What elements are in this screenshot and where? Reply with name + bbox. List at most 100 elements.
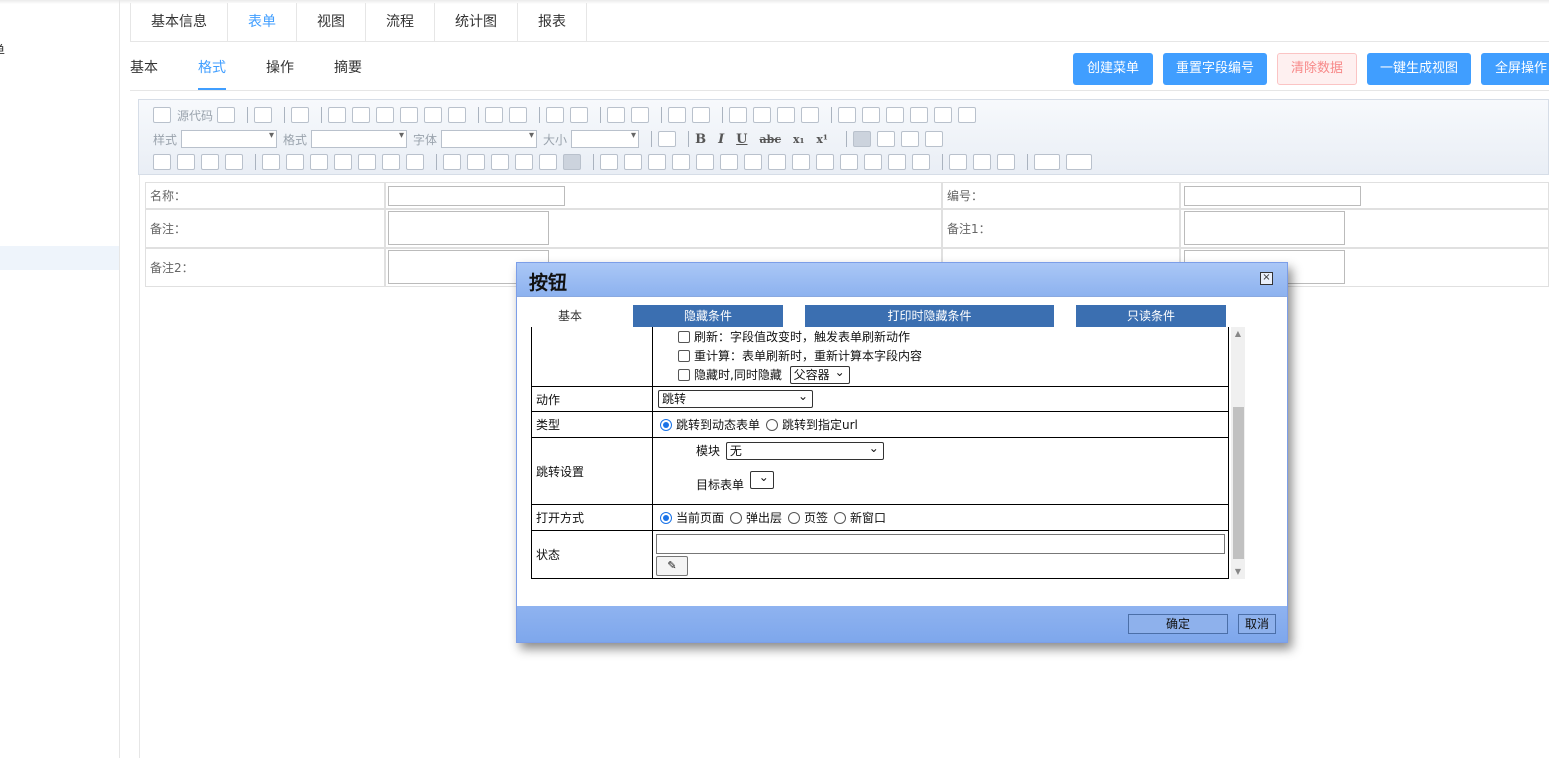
clear-data-button[interactable]: 清除数据 [1277, 53, 1357, 85]
stop-icon[interactable] [864, 154, 882, 170]
ordered-list-icon[interactable] [668, 107, 687, 123]
signature-icon[interactable] [720, 154, 738, 170]
select-field-icon[interactable] [262, 154, 280, 170]
spellcheck-icon[interactable] [448, 107, 467, 123]
tab-view[interactable]: 视图 [297, 3, 366, 42]
table-icon[interactable] [886, 107, 905, 123]
line-field-icon[interactable] [443, 154, 461, 170]
dialog-scrollbar[interactable]: ▲ ▼ [1231, 327, 1245, 579]
tab-field-icon[interactable] [563, 154, 581, 170]
strike-button[interactable]: abc [760, 133, 782, 146]
scroll-up-icon[interactable]: ▲ [1231, 327, 1245, 341]
fullscreen-button[interactable]: 全屏操作 [1481, 53, 1549, 85]
attachment-icon[interactable] [600, 154, 618, 170]
tab-basic-info[interactable]: 基本信息 [131, 3, 228, 42]
subtab-basic[interactable]: 基本 [130, 52, 158, 90]
dialog-tab-print-hide-condition[interactable]: 打印时隐藏条件 [805, 305, 1054, 327]
open-new-window-radio[interactable] [834, 511, 847, 524]
upload-icon[interactable] [624, 154, 642, 170]
info-icon[interactable] [888, 154, 906, 170]
italic-button[interactable]: I [718, 132, 724, 147]
hide-with-checkbox[interactable] [678, 369, 690, 381]
subtab-summary[interactable]: 摘要 [334, 52, 362, 90]
find-icon[interactable] [546, 107, 565, 123]
underline-button[interactable]: U [736, 132, 747, 147]
remark1-textarea[interactable] [1184, 211, 1345, 245]
outdent-icon[interactable] [729, 107, 748, 123]
align-justify-icon[interactable] [924, 131, 943, 147]
align-left-icon[interactable] [852, 131, 871, 147]
cut-icon[interactable] [328, 107, 347, 123]
undo-icon[interactable] [485, 107, 504, 123]
divider-icon[interactable] [912, 154, 930, 170]
subtab-format[interactable]: 格式 [198, 52, 226, 90]
size-select[interactable] [571, 130, 640, 148]
view-field-icon[interactable] [406, 154, 424, 170]
subscript-button[interactable]: x₁ [793, 133, 804, 146]
special-char-icon[interactable] [958, 107, 977, 123]
dialog-tab-hide-condition[interactable]: 隐藏条件 [633, 305, 783, 327]
tree-field-icon[interactable] [358, 154, 376, 170]
sidebar-item-label[interactable]: 单 [0, 40, 5, 59]
calc-field-icon[interactable] [515, 154, 533, 170]
source-label[interactable]: 源代码 [177, 107, 213, 124]
subtab-operation[interactable]: 操作 [266, 52, 294, 90]
type-dynamic-form-radio[interactable] [660, 418, 672, 431]
qrcode-icon[interactable] [768, 154, 786, 170]
align-center-icon[interactable] [876, 131, 895, 147]
smiley-icon[interactable] [934, 107, 953, 123]
survey-icon[interactable] [816, 154, 834, 170]
remove-format-icon[interactable] [631, 107, 650, 123]
tab-report[interactable]: 报表 [518, 3, 587, 42]
zoom-icon[interactable] [658, 131, 677, 147]
bold-button[interactable]: B [695, 132, 706, 147]
image-upload-icon[interactable] [648, 154, 666, 170]
open-popup-radio[interactable] [730, 511, 743, 524]
chart-icon[interactable] [840, 154, 858, 170]
format-select[interactable] [311, 130, 408, 148]
ok-button[interactable]: 确定 [1128, 614, 1228, 634]
module-select[interactable]: 无 [725, 440, 884, 460]
recalc-checkbox[interactable] [678, 350, 690, 362]
unlink-icon[interactable] [973, 154, 991, 170]
bg-color-icon[interactable] [1066, 154, 1092, 170]
dept-field-icon[interactable] [334, 154, 352, 170]
tab-form[interactable]: 表单 [228, 3, 297, 42]
create-menu-button[interactable]: 创建菜单 [1073, 53, 1153, 85]
sidebar-active-item[interactable] [0, 246, 119, 270]
include-field-icon[interactable] [467, 154, 485, 170]
tab-chart[interactable]: 统计图 [435, 3, 518, 42]
scroll-thumb[interactable] [1233, 407, 1244, 559]
radio-icon[interactable] [177, 154, 195, 170]
dialog-tab-readonly-condition[interactable]: 只读条件 [1076, 305, 1226, 327]
microphone-icon[interactable] [744, 154, 762, 170]
word-icon[interactable] [792, 154, 810, 170]
close-icon[interactable]: × [1260, 272, 1273, 285]
align-right-icon[interactable] [900, 131, 919, 147]
textfield-icon[interactable] [201, 154, 219, 170]
open-tab-radio[interactable] [788, 511, 801, 524]
open-current-radio[interactable] [660, 511, 672, 524]
text-color-icon[interactable] [1034, 154, 1060, 170]
picture-icon[interactable] [696, 154, 714, 170]
blockquote-icon[interactable] [777, 107, 796, 123]
horizontal-rule-icon[interactable] [910, 107, 929, 123]
link-icon[interactable] [949, 154, 967, 170]
redo-icon[interactable] [509, 107, 528, 123]
reset-field-number-button[interactable]: 重置字段编号 [1163, 53, 1267, 85]
code-input[interactable] [1184, 186, 1361, 206]
font-select[interactable] [441, 130, 538, 148]
dialog-tab-basic[interactable]: 基本 [529, 305, 611, 327]
map-field-icon[interactable] [382, 154, 400, 170]
name-input[interactable] [388, 186, 565, 206]
user-field-icon[interactable] [310, 154, 328, 170]
cancel-button[interactable]: 取消 [1238, 614, 1276, 634]
scroll-down-icon[interactable]: ▼ [1231, 565, 1245, 579]
remark-textarea[interactable] [388, 211, 549, 245]
edit-script-icon[interactable]: ✎ [656, 556, 688, 576]
image-icon[interactable] [838, 107, 857, 123]
target-form-select[interactable] [749, 469, 774, 489]
type-url-radio[interactable] [766, 418, 779, 431]
indent-icon[interactable] [753, 107, 772, 123]
select-all-icon[interactable] [607, 107, 626, 123]
